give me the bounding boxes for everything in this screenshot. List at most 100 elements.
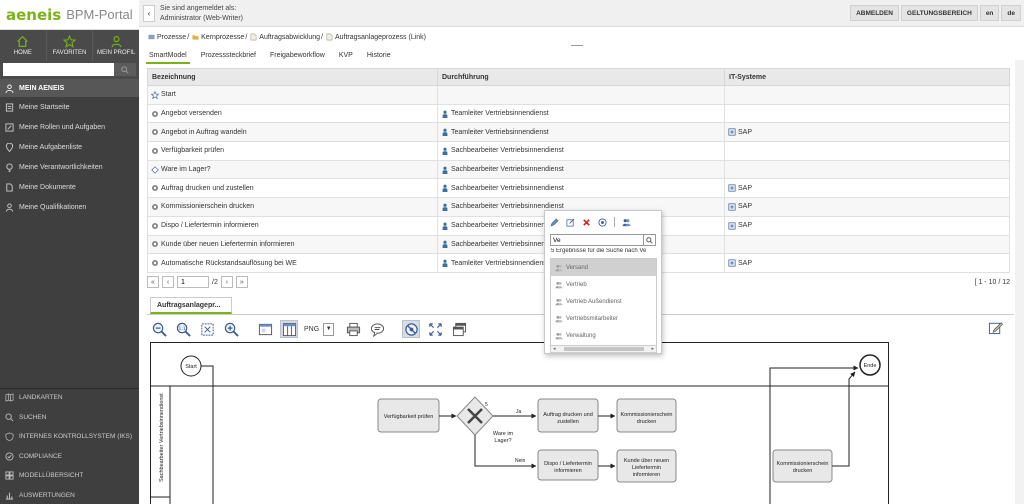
activity-dispo-liefertermin[interactable]: Dispo / Liefertermin informieren: [537, 449, 599, 481]
list-item[interactable]: Vertrieb: [551, 276, 656, 293]
cell-bezeichnung[interactable]: Ware im Lager?: [147, 159, 438, 180]
start-event[interactable]: Start: [180, 355, 202, 377]
zoom-out-button[interactable]: [150, 320, 168, 338]
scroll-right-icon[interactable]: ▸: [651, 346, 654, 352]
popup-search-input[interactable]: [551, 235, 643, 245]
cell-it-systeme[interactable]: SAP: [724, 197, 1010, 217]
fullscreen-button[interactable]: [426, 320, 444, 338]
scrollbar-thumb[interactable]: [563, 347, 644, 351]
sidebar-item-qualifikationen[interactable]: Meine Qualifikationen: [0, 197, 139, 217]
cell-bezeichnung[interactable]: Verfügbarkeit prüfen: [147, 141, 438, 161]
table-row[interactable]: Verfügbarkeit prüfen Sachbearbeiter Vertr…: [147, 141, 1010, 161]
breadcrumb-item[interactable]: Kernprozesse /: [192, 33, 250, 41]
list-item[interactable]: Verwaltung: [551, 327, 656, 344]
cell-it-systeme[interactable]: [724, 234, 1010, 255]
sidebar-item-startseite[interactable]: Meine Startseite: [0, 97, 139, 117]
tab-historie[interactable]: Historie: [364, 50, 394, 64]
sidebar-search-button[interactable]: [114, 63, 136, 76]
sidebar-item-dokumente[interactable]: Meine Dokumente: [0, 177, 139, 197]
cell-durchfuehrung[interactable]: Sachbearbeiter Vertriebsinnendienst: [437, 159, 725, 180]
nav-iks[interactable]: INTERNES KONTROLLSYSTEM (IKS): [0, 427, 139, 447]
first-page-button[interactable]: «: [147, 276, 159, 288]
tab-smartmodel[interactable]: SmartModel: [146, 50, 190, 64]
nav-modelluebersicht[interactable]: MODELLÜBERSICHT: [0, 466, 139, 486]
people-icon[interactable]: [622, 218, 631, 227]
logo[interactable]: aeneis BPM-Portal: [0, 0, 139, 30]
nav-suchen[interactable]: SUCHEN: [0, 408, 139, 428]
cell-bezeichnung[interactable]: Automatische Rückstandsauflösung bei WE: [147, 253, 438, 273]
home-button[interactable]: HOME: [0, 30, 47, 61]
swimlane-toggle-button[interactable]: [280, 320, 298, 338]
last-page-button[interactable]: »: [235, 276, 248, 288]
cell-bezeichnung[interactable]: Start: [147, 85, 438, 105]
cell-it-systeme[interactable]: [724, 103, 1010, 124]
lang-en-button[interactable]: en: [979, 5, 1000, 21]
column-header-it-systeme[interactable]: IT-Systeme: [724, 68, 1010, 86]
zoom-fit-button[interactable]: [198, 320, 216, 338]
page-input[interactable]: [177, 276, 209, 288]
overview-button[interactable]: [256, 320, 274, 338]
cell-durchfuehrung[interactable]: Sachbearbeiter Vertriebsinnendienst: [437, 141, 725, 161]
zoom-in-button[interactable]: [222, 320, 240, 338]
favorites-button[interactable]: FAVORITEN: [47, 30, 94, 61]
breadcrumb-item[interactable]: Auftragsanlageprozess (Link): [326, 33, 426, 41]
vertical-scrollbar[interactable]: [1015, 60, 1024, 504]
cell-durchfuehrung[interactable]: Teamleiter Vertriebsinnendienst: [437, 122, 725, 143]
cell-it-systeme[interactable]: [724, 141, 1010, 161]
breadcrumb-item[interactable]: Prozesse /: [148, 33, 192, 41]
cell-it-systeme[interactable]: SAP: [724, 215, 1010, 236]
nav-landkarten[interactable]: LANDKARTEN: [0, 388, 139, 408]
edit-diagram-button[interactable]: [986, 318, 1004, 336]
navigation-mode-button[interactable]: [402, 320, 421, 338]
diagram-tab[interactable]: Auftragsanlagepr...: [150, 297, 232, 314]
cell-bezeichnung[interactable]: Dispo / Liefertermin informieren: [147, 215, 438, 236]
cell-it-systeme[interactable]: SAP: [724, 253, 1010, 273]
scope-button[interactable]: GELTUNGSBEREICH: [900, 5, 978, 21]
prev-page-button[interactable]: ‹: [162, 276, 174, 288]
tab-freigabeworkflow[interactable]: Freigabeworkflow: [267, 50, 328, 64]
cell-it-systeme[interactable]: [724, 159, 1010, 180]
cell-durchfuehrung[interactable]: [437, 85, 725, 105]
lang-de-button[interactable]: de: [1001, 5, 1021, 21]
sidebar-item-verantwortlichkeiten[interactable]: Meine Verantwortlichkeiten: [0, 157, 139, 177]
list-item[interactable]: Vertriebsmitarbeiter: [551, 310, 656, 327]
activity-kunde-informieren[interactable]: Kunde über neuen Liefertermin informiere…: [616, 449, 677, 483]
cell-it-systeme[interactable]: [724, 85, 1010, 105]
table-row[interactable]: Angebot in Auftrag wandeln Teamleiter Ver…: [147, 122, 1010, 143]
new-window-button[interactable]: [450, 320, 468, 338]
table-row[interactable]: Ware im Lager? Sachbearbeiter Vertriebsin…: [147, 159, 1010, 180]
cell-it-systeme[interactable]: SAP: [724, 178, 1010, 199]
popup-horizontal-scrollbar[interactable]: ◂ ▸: [550, 345, 657, 353]
cell-bezeichnung[interactable]: Angebot versenden: [147, 103, 438, 124]
delete-icon[interactable]: [582, 218, 591, 227]
activity-kommissionierschein-drucken-2[interactable]: Kommissionierschein drucken: [772, 449, 833, 483]
zoom-100-button[interactable]: 1:1: [174, 320, 192, 338]
panel-resize-handle[interactable]: [571, 45, 583, 46]
cell-bezeichnung[interactable]: Angebot in Auftrag wandeln: [147, 122, 438, 143]
profile-button[interactable]: MEIN PROFIL: [93, 30, 139, 61]
sidebar-search-input[interactable]: [3, 63, 114, 76]
collapse-sidebar-button[interactable]: ‹: [143, 5, 155, 22]
print-button[interactable]: [344, 320, 362, 338]
column-header-bezeichnung[interactable]: Bezeichnung: [147, 68, 438, 86]
table-row[interactable]: Start: [147, 85, 1010, 105]
end-event[interactable]: Ende: [859, 354, 881, 376]
column-header-durchfuehrung[interactable]: Durchführung: [437, 68, 725, 86]
next-page-button[interactable]: ›: [220, 276, 233, 288]
export-format-select[interactable]: PNG ▼: [304, 322, 335, 336]
tab-kvp[interactable]: KVP: [336, 50, 356, 64]
nav-auswertungen[interactable]: AUSWERTUNGEN: [0, 486, 139, 504]
sidebar-item-rollen[interactable]: Meine Rollen und Aufgaben: [0, 117, 139, 137]
tab-prozesssteckbrief[interactable]: Prozesssteckbrief: [198, 50, 259, 64]
cell-bezeichnung[interactable]: Auftrag drucken und zustellen: [147, 178, 438, 199]
cell-bezeichnung[interactable]: Kommissionierschein drucken: [147, 197, 438, 217]
edit-icon[interactable]: [566, 218, 575, 227]
cell-durchfuehrung[interactable]: Teamleiter Vertriebsinnendienst: [437, 103, 725, 124]
cell-it-systeme[interactable]: SAP: [724, 122, 1010, 143]
popup-search-button[interactable]: [643, 235, 655, 245]
activity-auftrag-drucken[interactable]: Auftrag drucken und zustellen: [537, 398, 599, 433]
pencil-icon[interactable]: [550, 218, 559, 227]
activity-verfuegbarkeit-pruefen[interactable]: Verfügbarkeit prüfen: [377, 398, 440, 433]
table-row[interactable]: Angebot versenden Teamleiter Vertriebsinn…: [147, 103, 1010, 124]
list-item[interactable]: Vertrieb Außendienst: [551, 293, 656, 310]
